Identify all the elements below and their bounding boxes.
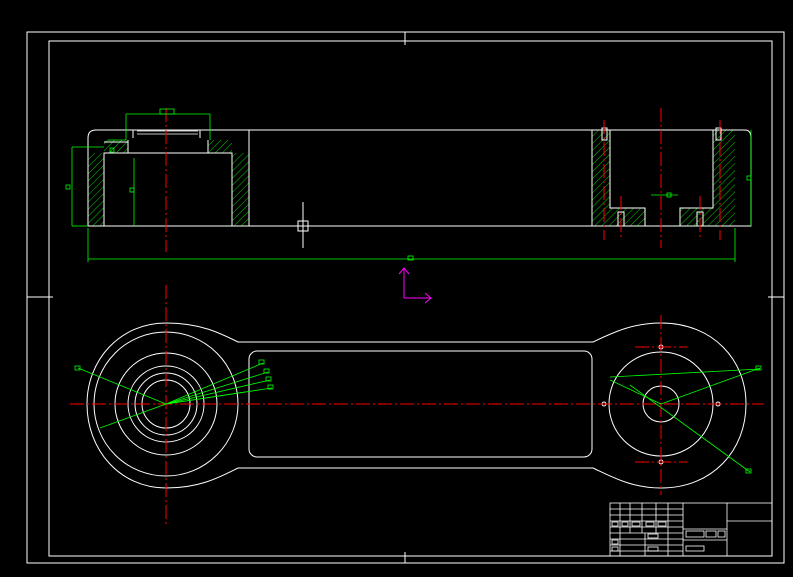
ucs-icon xyxy=(398,267,432,304)
section-hatching xyxy=(88,130,735,226)
front-section-view xyxy=(65,108,752,304)
section-outline xyxy=(87,127,752,227)
title-block xyxy=(609,502,773,557)
cad-drawing-canvas[interactable] xyxy=(0,0,793,577)
top-view-centerlines xyxy=(70,285,764,525)
top-view-outline xyxy=(86,322,747,489)
crosshair-cursor xyxy=(279,202,327,248)
boss-detail xyxy=(137,130,198,135)
section-dimensions xyxy=(65,108,752,262)
top-view xyxy=(70,285,764,525)
